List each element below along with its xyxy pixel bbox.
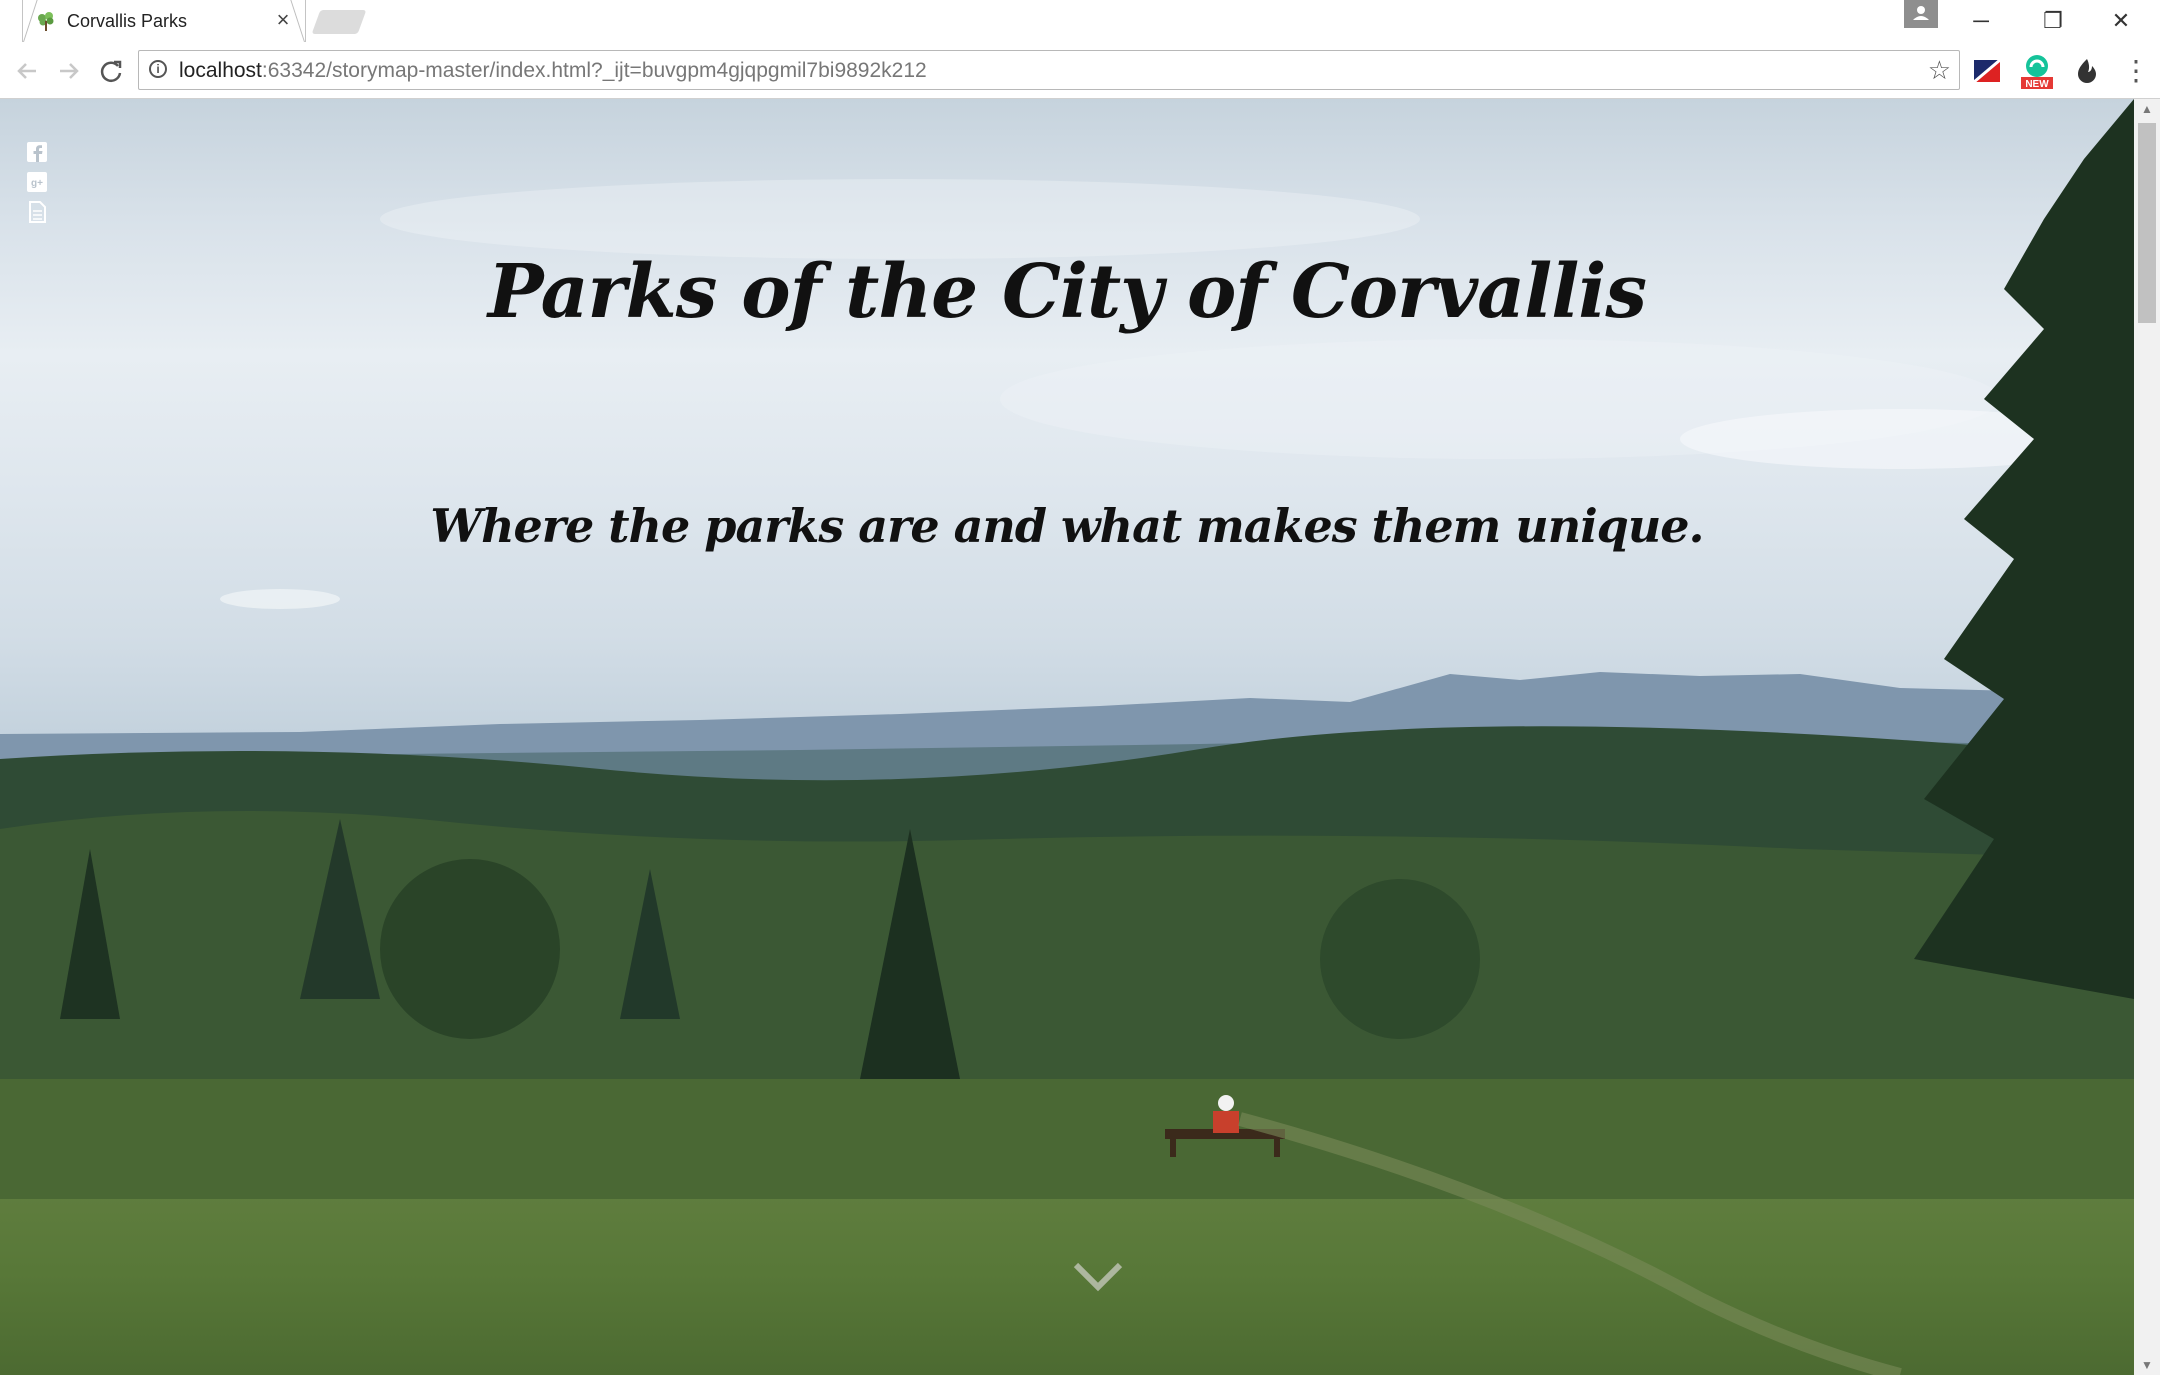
profile-button[interactable] <box>1904 0 1938 28</box>
new-badge-text: NEW <box>2025 79 2049 90</box>
dark-flame-icon[interactable] <box>2072 56 2102 86</box>
chevron-down-icon[interactable] <box>1072 1259 1124 1295</box>
browser-tab[interactable]: Corvallis Parks × <box>22 0 306 42</box>
restore-button[interactable]: ❐ <box>2030 6 2076 36</box>
page-subtitle: Where the parks are and what makes them … <box>430 499 1704 553</box>
reload-icon <box>100 60 122 82</box>
menu-kebab-icon[interactable]: ⋮ <box>2122 54 2150 88</box>
url-path: :63342/storymap-master/index.html?_ijt=b… <box>261 59 927 82</box>
scroll-thumb[interactable] <box>2138 123 2156 323</box>
person-icon <box>1913 6 1929 20</box>
hero-section: g+ Parks of the City of Corvallis Where … <box>0 99 2134 1375</box>
page-title: Parks of the City of Corvallis <box>487 249 1647 335</box>
close-window-button[interactable]: ✕ <box>2098 6 2144 36</box>
arrow-right-icon <box>60 63 79 79</box>
grass-path <box>1238 1112 1902 1375</box>
info-icon[interactable]: i <box>149 60 167 78</box>
tab-title: Corvallis Parks <box>67 11 188 31</box>
document-icon[interactable] <box>26 201 48 223</box>
new-tab-button[interactable] <box>311 10 367 34</box>
bookmark-star-icon[interactable]: ☆ <box>1928 55 1951 86</box>
url-text[interactable]: localhost:63342/storymap-master/index.ht… <box>179 59 927 83</box>
tab-strip: Corvallis Parks × ─ ❐ ✕ <box>0 0 2160 42</box>
reload-button[interactable] <box>94 54 128 88</box>
flag-extension-icon[interactable] <box>1972 56 2002 86</box>
svg-text:g+: g+ <box>31 178 43 189</box>
scroll-up-arrow-icon[interactable]: ▲ <box>2134 99 2160 119</box>
tab-close-icon[interactable]: × <box>271 8 295 32</box>
url-host: localhost <box>179 59 262 82</box>
scroll-down-arrow-icon[interactable]: ▼ <box>2134 1355 2160 1375</box>
back-button[interactable] <box>10 54 44 88</box>
grammarly-new-icon[interactable]: NEW <box>2020 52 2054 90</box>
address-bar[interactable]: i localhost:63342/storymap-master/index.… <box>138 50 1960 90</box>
sky-clouds <box>220 179 2120 609</box>
browser-toolbar: i localhost:63342/storymap-master/index.… <box>0 42 2160 99</box>
google-plus-icon[interactable]: g+ <box>26 171 48 193</box>
page-scrollbar[interactable]: ▲ ▼ <box>2134 99 2160 1375</box>
minimize-button[interactable]: ─ <box>1958 6 2004 36</box>
arrow-left-icon <box>17 63 36 79</box>
tree-favicon-icon <box>38 12 54 31</box>
forward-button[interactable] <box>52 54 86 88</box>
facebook-icon[interactable] <box>26 141 48 163</box>
